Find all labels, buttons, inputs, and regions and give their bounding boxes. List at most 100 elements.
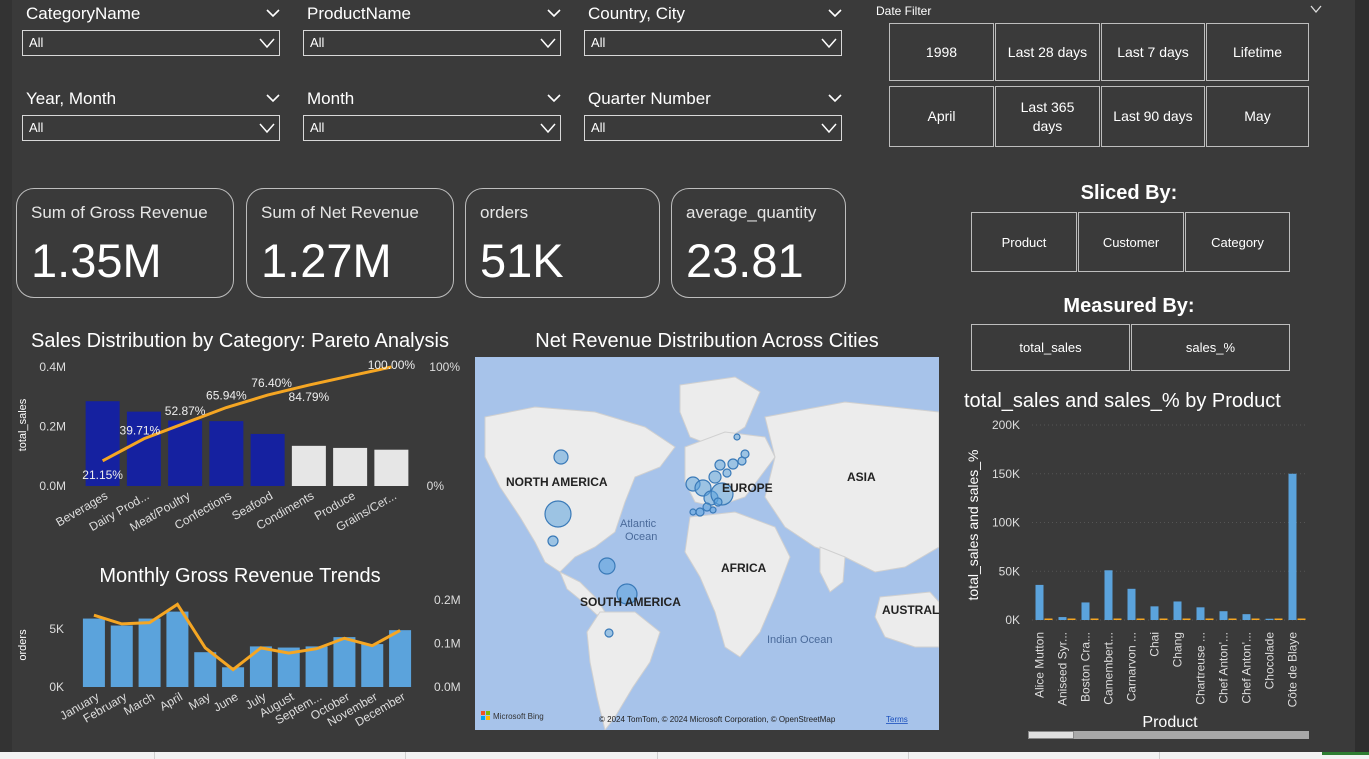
chevron-down-icon[interactable] xyxy=(828,7,842,19)
chevron-down-icon xyxy=(259,38,275,49)
y-tick-label: 0K xyxy=(1005,613,1020,627)
product-dropdown[interactable]: All xyxy=(303,30,561,56)
x-tick-label: April xyxy=(157,689,185,713)
tab-divider xyxy=(657,752,658,759)
bar xyxy=(1104,570,1113,620)
chevron-down-icon[interactable] xyxy=(547,92,561,104)
chevron-down-icon[interactable] xyxy=(266,92,280,104)
y-tick-label: 100K xyxy=(992,516,1020,530)
date-tile-lifetime[interactable]: Lifetime xyxy=(1206,23,1309,81)
date-tile-last-365-days[interactable]: Last 365 days xyxy=(995,86,1100,147)
month-dropdown[interactable]: All xyxy=(303,115,561,141)
x-tick-label: Chai xyxy=(1148,632,1162,657)
y2-tick-label: 100% xyxy=(429,360,460,374)
x-tick-label: Chartreuse ... xyxy=(1194,632,1208,705)
microsoft-logo-icon xyxy=(481,711,485,715)
quarter-dropdown[interactable]: All xyxy=(584,115,842,141)
y-tick-label: 0.0M xyxy=(39,479,66,493)
product-chart: 0K 50K 100K 150K 200K total_sales and sales_%… xyxy=(965,418,1308,731)
bar-sales-percent xyxy=(1251,618,1260,620)
bar xyxy=(305,646,328,687)
kpi-label: Sum of Gross Revenue xyxy=(31,203,208,222)
tab-divider xyxy=(1159,752,1160,759)
x-tick-label: Aniseed Syr... xyxy=(1056,632,1070,706)
bar xyxy=(1150,606,1159,620)
bing-attribution: Microsoft Bing xyxy=(493,712,544,721)
data-label: 52.87% xyxy=(165,404,206,418)
microsoft-logo-icon-part xyxy=(481,716,485,720)
bar xyxy=(1173,601,1182,620)
measured-by-title: Measured By: xyxy=(1063,295,1195,317)
map-label-asia: ASIA xyxy=(847,470,876,484)
chevron-down-icon[interactable] xyxy=(547,7,561,19)
data-label: 65.94% xyxy=(206,389,247,403)
chevron-down-icon[interactable] xyxy=(828,92,842,104)
kpi-label: Sum of Net Revenue xyxy=(261,203,419,222)
bar xyxy=(168,420,203,486)
data-label: 39.71% xyxy=(120,424,161,438)
y-tick-label: 5K xyxy=(49,622,64,636)
bar xyxy=(194,652,217,687)
date-tile-last-28-days[interactable]: Last 28 days xyxy=(995,23,1100,81)
kpi-value: 1.27M xyxy=(261,234,392,287)
bar xyxy=(166,611,189,687)
bar xyxy=(250,433,285,486)
date-tile-may[interactable]: May xyxy=(1206,86,1309,147)
country-city-dropdown[interactable]: All xyxy=(584,30,842,56)
date-filter-label: Date Filter xyxy=(876,4,932,18)
bar xyxy=(1127,588,1136,620)
chevron-down-icon xyxy=(821,38,837,49)
bar-sales-percent xyxy=(1090,618,1099,620)
y2-tick-label: 0.2M xyxy=(434,593,461,607)
date-tile-last-7-days[interactable]: Last 7 days xyxy=(1101,23,1205,81)
world-map[interactable]: NORTH AMERICA EUROPE ASIA AFRICA SOUTH A… xyxy=(475,357,939,730)
sliced-by-customer-button[interactable]: Customer xyxy=(1078,212,1184,272)
category-dropdown[interactable]: All xyxy=(22,30,280,56)
x-axis-label: Product xyxy=(1142,714,1198,731)
chevron-down-icon[interactable] xyxy=(1310,4,1322,14)
x-tick-label: Camembert... xyxy=(1102,632,1116,705)
date-tile-last-90-days[interactable]: Last 90 days xyxy=(1101,86,1205,147)
scrollbar-thumb[interactable] xyxy=(1028,731,1074,739)
map-label-south-america: SOUTH AMERICA xyxy=(580,595,681,609)
map-attribution[interactable]: © 2024 TomTom, © 2024 Microsoft Corporat… xyxy=(599,715,836,724)
bar-sales-percent xyxy=(1228,618,1237,620)
y2-tick-label: 0.1M xyxy=(434,637,461,651)
slicer-title: Month xyxy=(307,89,355,108)
chevron-down-icon[interactable] xyxy=(266,7,280,19)
bar xyxy=(333,447,368,486)
monthly-chart-title: Monthly Gross Revenue Trends xyxy=(99,565,381,587)
date-tile-april[interactable]: April xyxy=(889,86,994,147)
x-tick-label: Alice Mutton xyxy=(1033,632,1047,698)
y-tick-label: 0.2M xyxy=(39,420,66,434)
tab-divider xyxy=(405,752,406,759)
x-tick-label: Chef Anton'... xyxy=(1240,632,1254,704)
chevron-down-icon xyxy=(540,123,556,134)
kpi-card-average-quantity: average_quantity 23.81 xyxy=(671,188,846,298)
dropdown-value: All xyxy=(310,120,325,135)
bar-sales-percent xyxy=(1159,618,1168,620)
kpi-label: orders xyxy=(480,203,529,222)
sliced-by-product-button[interactable]: Product xyxy=(971,212,1077,272)
bar xyxy=(1058,617,1067,620)
year-month-dropdown[interactable]: All xyxy=(22,115,280,141)
y-tick-label: 200K xyxy=(992,418,1020,432)
bar xyxy=(1242,614,1251,620)
bar-sales-percent xyxy=(1113,618,1122,620)
slicer-title: ProductName xyxy=(307,4,411,23)
x-tick-label: March xyxy=(121,689,157,718)
kpi-card-net-revenue: Sum of Net Revenue 1.27M xyxy=(246,188,454,298)
slicer-title: Year, Month xyxy=(26,89,117,108)
y-tick-label: 150K xyxy=(992,467,1020,481)
sliced-by-category-button[interactable]: Category xyxy=(1185,212,1290,272)
map-label-indian-ocean: Indian Ocean xyxy=(767,634,832,646)
map-terms-link[interactable]: Terms xyxy=(886,715,908,724)
bar-sales-percent xyxy=(1274,618,1283,620)
dropdown-value: All xyxy=(29,120,44,135)
measured-by-sales-percent-button[interactable]: sales_% xyxy=(1131,324,1290,371)
measured-by-total-sales-button[interactable]: total_sales xyxy=(971,324,1130,371)
y-tick-label: 0K xyxy=(49,680,64,694)
date-tile-1998[interactable]: 1998 xyxy=(889,23,994,81)
x-tick-label: Carnarvon ... xyxy=(1125,632,1139,701)
x-tick-label: Chang xyxy=(1171,632,1185,667)
